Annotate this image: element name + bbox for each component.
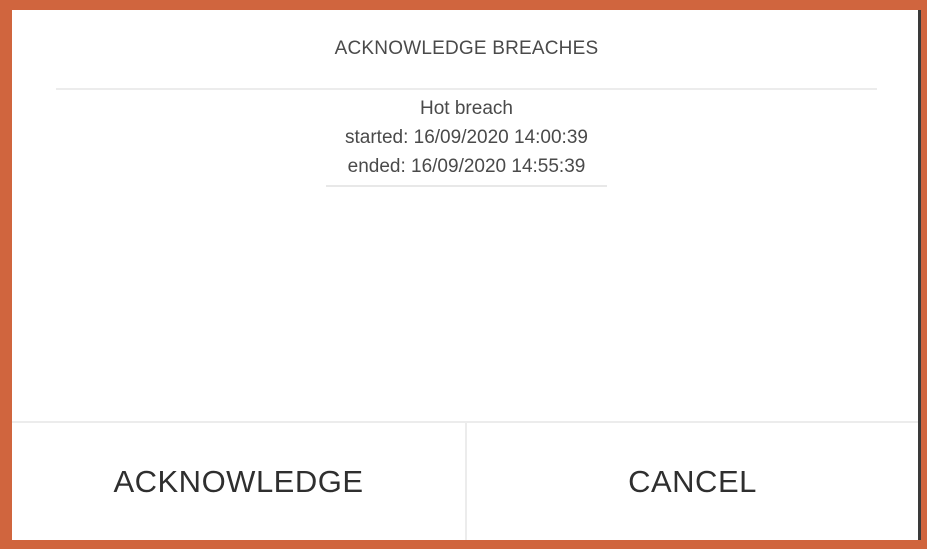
dialog-title: ACKNOWLEDGE BREACHES: [334, 38, 599, 59]
breach-started: started: 16/09/2020 14:00:39: [345, 127, 588, 148]
screenshot-frame: ACKNOWLEDGE BREACHES Hot breach started:…: [0, 0, 927, 549]
acknowledge-breaches-dialog: ACKNOWLEDGE BREACHES Hot breach started:…: [12, 10, 921, 540]
acknowledge-button[interactable]: ACKNOWLEDGE: [12, 423, 465, 540]
breach-ended: ended: 16/09/2020 14:55:39: [347, 156, 586, 177]
breach-list-item[interactable]: Hot breach started: 16/09/2020 14:00:39 …: [326, 94, 607, 187]
breach-type: Hot breach: [420, 98, 513, 119]
cancel-button[interactable]: CANCEL: [467, 423, 918, 540]
title-divider: [56, 88, 877, 90]
